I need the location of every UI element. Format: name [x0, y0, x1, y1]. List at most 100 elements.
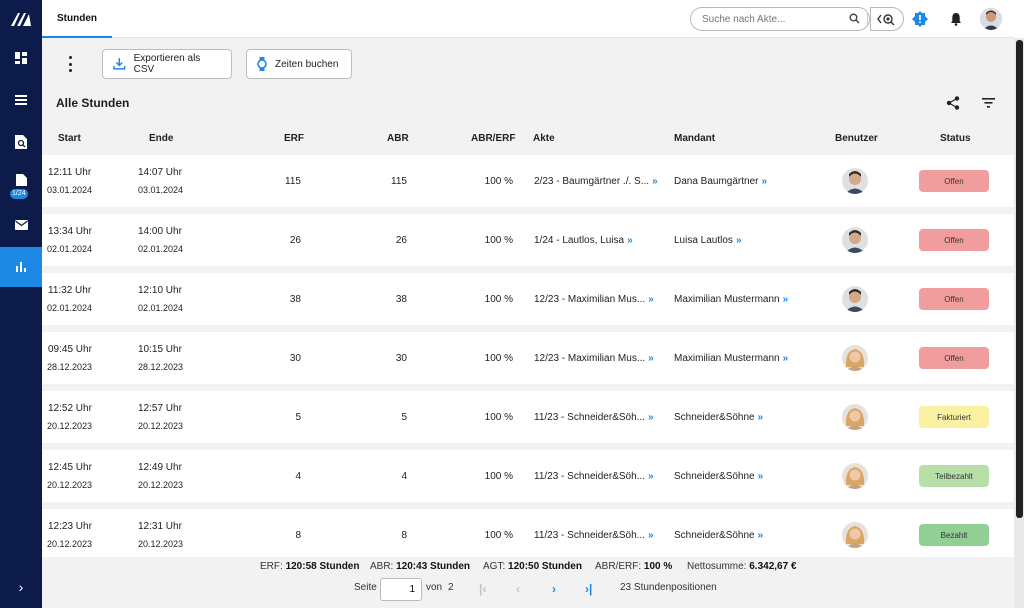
col-start[interactable]: Start [58, 133, 81, 144]
nav-documents[interactable]: 1/24 [0, 165, 42, 205]
filter-icon[interactable] [982, 98, 995, 108]
col-abr-erf[interactable]: ABR/ERF [471, 133, 515, 144]
share-icon[interactable] [946, 96, 960, 110]
sum-abr-value: 120:43 Stunden [396, 561, 471, 572]
mandant-arrow-icon[interactable]: » [758, 412, 764, 423]
mandant-link[interactable]: Maximilian Mustermann» [674, 294, 788, 305]
page-number-input[interactable] [380, 578, 422, 601]
ai-search-button[interactable] [870, 7, 904, 31]
topbar: Stunden [42, 0, 1014, 38]
table-row[interactable]: 12:23 Uhr 20.12.2023 12:31 Uhr 20.12.202… [42, 509, 1014, 557]
end-time: 14:07 Uhr [138, 167, 182, 178]
nav-dashboard[interactable] [0, 38, 42, 78]
col-status[interactable]: Status [940, 133, 971, 144]
mandant-arrow-icon[interactable]: » [783, 353, 789, 364]
expand-sidebar-button[interactable]: › [0, 576, 42, 598]
search-icon[interactable] [849, 13, 860, 24]
table-row[interactable]: 12:11 Uhr 03.01.2024 14:07 Uhr 03.01.202… [42, 155, 1014, 207]
mandant-arrow-icon[interactable]: » [762, 176, 768, 187]
sum-abr-label: ABR: [370, 561, 394, 572]
user-avatar[interactable] [980, 8, 1002, 30]
export-csv-button[interactable]: Exportieren als CSV [102, 49, 232, 79]
akte-link[interactable]: 11/23 - Schneider&Söh...» [534, 412, 654, 423]
end-date: 02.01.2024 [138, 303, 184, 313]
mandant-arrow-icon[interactable]: » [736, 235, 742, 246]
watch-icon [257, 57, 267, 71]
akte-link[interactable]: 12/23 - Maximilian Mus...» [534, 294, 654, 305]
scrollbar-thumb[interactable] [1016, 40, 1023, 518]
mandant-text: Schneider&Söhne [674, 530, 755, 541]
table-row[interactable]: 12:45 Uhr 20.12.2023 12:49 Uhr 20.12.202… [42, 450, 1014, 502]
col-erf[interactable]: ERF [284, 133, 304, 144]
nav-reports[interactable] [0, 247, 42, 287]
mandant-text: Schneider&Söhne [674, 471, 755, 482]
akte-arrow-icon[interactable]: » [652, 176, 658, 187]
akte-arrow-icon[interactable]: » [627, 235, 633, 246]
nav-search-files[interactable] [0, 122, 42, 162]
user-avatar-female [842, 522, 868, 548]
app-logo[interactable] [10, 11, 32, 27]
search-separator [867, 12, 868, 26]
avatar-icon [980, 8, 1002, 30]
mandant-link[interactable]: Maximilian Mustermann» [674, 353, 788, 364]
nav-menu[interactable] [0, 80, 42, 120]
mandant-link[interactable]: Schneider&Söhne» [674, 530, 763, 541]
nav-mail[interactable] [0, 205, 42, 245]
col-akte[interactable]: Akte [533, 133, 555, 144]
akte-text: 1/24 - Lautlos, Luisa [534, 235, 625, 246]
akte-arrow-icon[interactable]: » [648, 412, 654, 423]
akte-link[interactable]: 11/23 - Schneider&Söh...» [534, 471, 654, 482]
mandant-arrow-icon[interactable]: » [783, 294, 789, 305]
more-options-button[interactable] [60, 56, 80, 72]
status-badge[interactable]: Offen [919, 288, 989, 310]
akte-link[interactable]: 11/23 - Schneider&Söh...» [534, 530, 654, 541]
next-page-icon[interactable]: › [552, 582, 556, 596]
abr-value: 8 [401, 530, 407, 541]
first-page-icon[interactable]: |‹ [479, 582, 486, 596]
table-row[interactable]: 12:52 Uhr 20.12.2023 12:57 Uhr 20.12.202… [42, 391, 1014, 443]
tab-stunden[interactable]: Stunden [42, 0, 112, 38]
mandant-text: Schneider&Söhne [674, 412, 755, 423]
erf-value: 38 [289, 294, 301, 305]
akte-link[interactable]: 2/23 - Baumgärtner ./. S...» [534, 176, 658, 187]
user-avatar-female [842, 404, 868, 430]
status-badge[interactable]: Fakturiert [919, 406, 989, 428]
book-times-button[interactable]: Zeiten buchen [246, 49, 352, 79]
col-benutzer[interactable]: Benutzer [835, 133, 878, 144]
status-badge[interactable]: Offen [919, 170, 989, 192]
akte-link[interactable]: 12/23 - Maximilian Mus...» [534, 353, 654, 364]
mandant-link[interactable]: Schneider&Söhne» [674, 471, 763, 482]
col-mandant[interactable]: Mandant [674, 133, 715, 144]
prev-page-icon[interactable]: ‹ [516, 582, 520, 596]
col-end[interactable]: Ende [149, 133, 173, 144]
ratio-value: 100 % [484, 530, 513, 541]
col-abr[interactable]: ABR [387, 133, 409, 144]
document-icon [15, 174, 27, 186]
avatar-icon [842, 404, 868, 430]
status-badge[interactable]: Teilbezahlt [919, 465, 989, 487]
bell-icon[interactable] [950, 12, 962, 26]
akte-arrow-icon[interactable]: » [648, 353, 654, 364]
mandant-link[interactable]: Dana Baumgärtner» [674, 176, 767, 187]
start-date: 20.12.2023 [47, 421, 93, 431]
table-row[interactable]: 13:34 Uhr 02.01.2024 14:00 Uhr 02.01.202… [42, 214, 1014, 266]
toolbar: Exportieren als CSV Zeiten buchen [42, 38, 1014, 88]
last-page-icon[interactable]: ›| [585, 582, 592, 596]
mandant-link[interactable]: Schneider&Söhne» [674, 412, 763, 423]
user-avatar-male [842, 227, 868, 253]
akte-arrow-icon[interactable]: » [648, 530, 654, 541]
mandant-link[interactable]: Luisa Lautlos» [674, 235, 742, 246]
status-badge[interactable]: Bezahlt [919, 524, 989, 546]
table-row[interactable]: 09:45 Uhr 28.12.2023 10:15 Uhr 28.12.202… [42, 332, 1014, 384]
akte-arrow-icon[interactable]: » [648, 294, 654, 305]
search-input[interactable] [702, 13, 842, 25]
akte-arrow-icon[interactable]: » [648, 471, 654, 482]
status-badge[interactable]: Offen [919, 347, 989, 369]
akte-link[interactable]: 1/24 - Lautlos, Luisa» [534, 235, 633, 246]
mandant-arrow-icon[interactable]: » [758, 471, 764, 482]
mandant-arrow-icon[interactable]: » [758, 530, 764, 541]
status-badge[interactable]: Offen [919, 229, 989, 251]
table-row[interactable]: 11:32 Uhr 02.01.2024 12:10 Uhr 02.01.202… [42, 273, 1014, 325]
notification-badge-icon[interactable] [912, 11, 928, 27]
ratio-value: 100 % [484, 353, 513, 364]
